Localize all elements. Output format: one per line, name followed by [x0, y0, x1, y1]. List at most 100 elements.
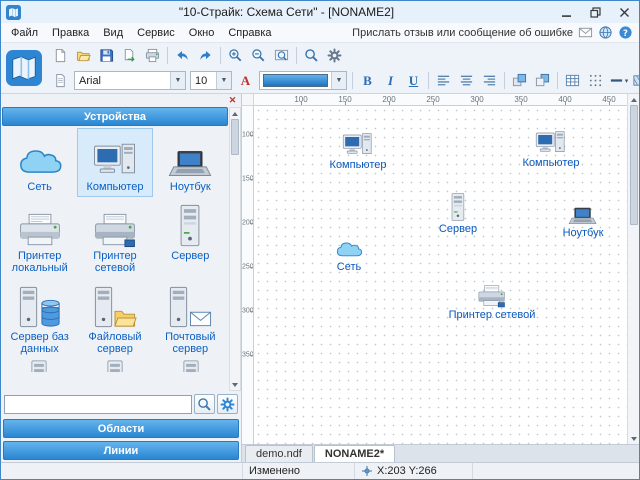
- device-label: Сервер: [171, 250, 209, 262]
- device-item-computer[interactable]: Компьютер: [77, 128, 152, 197]
- close-icon: [619, 7, 630, 18]
- menu-service[interactable]: Сервис: [130, 24, 182, 42]
- scroll-down-icon[interactable]: [629, 433, 639, 444]
- restore-button[interactable]: [581, 1, 610, 23]
- devices-panel-header[interactable]: Устройства: [2, 107, 228, 126]
- bold-button[interactable]: B: [356, 70, 379, 92]
- cloud-icon: [335, 240, 363, 260]
- scroll-up-icon[interactable]: [629, 94, 639, 105]
- toolbar-separator: [428, 72, 429, 89]
- font-size-select[interactable]: 10▼: [190, 71, 232, 90]
- italic-button[interactable]: I: [379, 70, 402, 92]
- tab-demo[interactable]: demo.ndf: [245, 445, 313, 462]
- toolbar-separator: [167, 47, 168, 64]
- mail-icon[interactable]: [578, 25, 593, 40]
- device-item-mail-server[interactable]: Почтовый сервер: [153, 278, 228, 359]
- server-icon: [175, 202, 205, 248]
- send-to-back-button[interactable]: [531, 70, 554, 92]
- computer-icon: [535, 128, 567, 156]
- align-right-button[interactable]: [478, 70, 501, 92]
- zoom-fit-button[interactable]: [270, 45, 293, 67]
- scroll-down-icon[interactable]: [230, 379, 240, 390]
- insert-table-button[interactable]: [561, 70, 584, 92]
- zoom-in-button[interactable]: [224, 45, 247, 67]
- ruler-tick: [250, 135, 253, 136]
- scrollbar-thumb[interactable]: [630, 105, 638, 225]
- undo-button[interactable]: [171, 45, 194, 67]
- canvas-area: 100150200250300350400450 100150200250300…: [242, 94, 639, 444]
- diagram-node-printer-net[interactable]: Принтер сетевой: [449, 284, 536, 321]
- titlebar[interactable]: "10-Страйк: Схема Сети" - [NONAME2]: [1, 1, 639, 23]
- lines-panel-header[interactable]: Линии: [3, 441, 239, 460]
- svg-text:?: ?: [623, 28, 628, 38]
- diagram-node-computer[interactable]: Компьютер: [330, 130, 387, 171]
- device-item-server[interactable]: Сервер: [153, 197, 228, 278]
- diagram-canvas[interactable]: Компьютер Компьютер Сервер Ноутбук Сеть Принт…: [254, 106, 627, 444]
- chevron-down-icon: ▾: [625, 77, 629, 85]
- menu-window[interactable]: Окно: [182, 24, 222, 42]
- menu-help[interactable]: Справка: [221, 24, 278, 42]
- tab-noname2[interactable]: NONAME2*: [314, 445, 395, 462]
- find-device-button[interactable]: [300, 45, 323, 67]
- device-item-db-server[interactable]: Сервер баз данных: [2, 278, 77, 359]
- diagram-node-server[interactable]: Сервер: [439, 192, 477, 235]
- printer-net-icon: [477, 284, 507, 308]
- line-style-select[interactable]: ▾: [607, 70, 630, 92]
- close-button[interactable]: [610, 1, 639, 23]
- save-button[interactable]: [95, 45, 118, 67]
- scroll-up-icon[interactable]: [230, 108, 240, 119]
- font-family-select[interactable]: Arial▼: [74, 71, 186, 90]
- palette-scrollbar[interactable]: [229, 107, 241, 391]
- device-item-printer[interactable]: Принтер локальный: [2, 197, 77, 278]
- menu-file[interactable]: Файл: [4, 24, 45, 42]
- areas-panel-header[interactable]: Области: [3, 419, 239, 438]
- help-icon[interactable]: ?: [618, 25, 633, 40]
- underline-button[interactable]: U: [402, 70, 425, 92]
- open-button[interactable]: [72, 45, 95, 67]
- device-item-printer-net[interactable]: Принтер сетевой: [77, 197, 152, 278]
- device-search-input[interactable]: [4, 395, 192, 414]
- scrollbar-thumb[interactable]: [231, 119, 239, 155]
- feedback-link[interactable]: Прислать отзыв или сообщение об ошибке: [352, 27, 573, 39]
- device-item-laptop[interactable]: Ноутбук: [153, 128, 228, 197]
- menu-view[interactable]: Вид: [96, 24, 130, 42]
- diagram-node-cloud[interactable]: Сеть: [335, 240, 363, 273]
- device-label: Файловый сервер: [79, 331, 150, 355]
- align-left-button[interactable]: [432, 70, 455, 92]
- table-icon: [565, 73, 580, 88]
- diagram-node-laptop[interactable]: Ноутбук: [563, 207, 604, 239]
- globe-icon[interactable]: [598, 25, 613, 40]
- device-label: Принтер сетевой: [79, 250, 150, 274]
- toolbar-separator: [504, 72, 505, 89]
- align-center-button[interactable]: [455, 70, 478, 92]
- file-server-icon: [92, 283, 138, 329]
- device-item-file-server[interactable]: Файловый сервер: [77, 278, 152, 359]
- zoom-out-icon: [251, 48, 266, 63]
- device-label: Принтер локальный: [4, 250, 75, 274]
- page-setup-button[interactable]: [49, 70, 72, 92]
- minimize-button[interactable]: [552, 1, 581, 23]
- node-label: Сервер: [439, 223, 477, 235]
- new-document-button[interactable]: [49, 45, 72, 67]
- print-button[interactable]: [141, 45, 164, 67]
- device-item-cloud[interactable]: Сеть: [2, 128, 77, 197]
- node-label: Компьютер: [330, 159, 387, 171]
- fill-color-select[interactable]: ▼: [259, 71, 347, 90]
- font-color-button[interactable]: A: [234, 70, 257, 92]
- export-button[interactable]: [118, 45, 141, 67]
- pattern-select[interactable]: ▾: [630, 70, 639, 92]
- settings-button[interactable]: [323, 45, 346, 67]
- device-search-button[interactable]: [194, 394, 215, 414]
- printer-net-icon: [92, 202, 138, 248]
- canvas-scrollbar[interactable]: [627, 94, 639, 444]
- bring-to-front-button[interactable]: [508, 70, 531, 92]
- search-icon: [197, 397, 212, 412]
- grid-toggle-button[interactable]: [584, 70, 607, 92]
- diagram-node-computer[interactable]: Компьютер: [523, 128, 580, 169]
- redo-button[interactable]: [194, 45, 217, 67]
- device-filter-button[interactable]: [217, 394, 238, 414]
- pattern-icon: [632, 73, 639, 88]
- zoom-out-button[interactable]: [247, 45, 270, 67]
- close-panel-button[interactable]: ✕: [227, 95, 238, 106]
- menu-edit[interactable]: Правка: [45, 24, 96, 42]
